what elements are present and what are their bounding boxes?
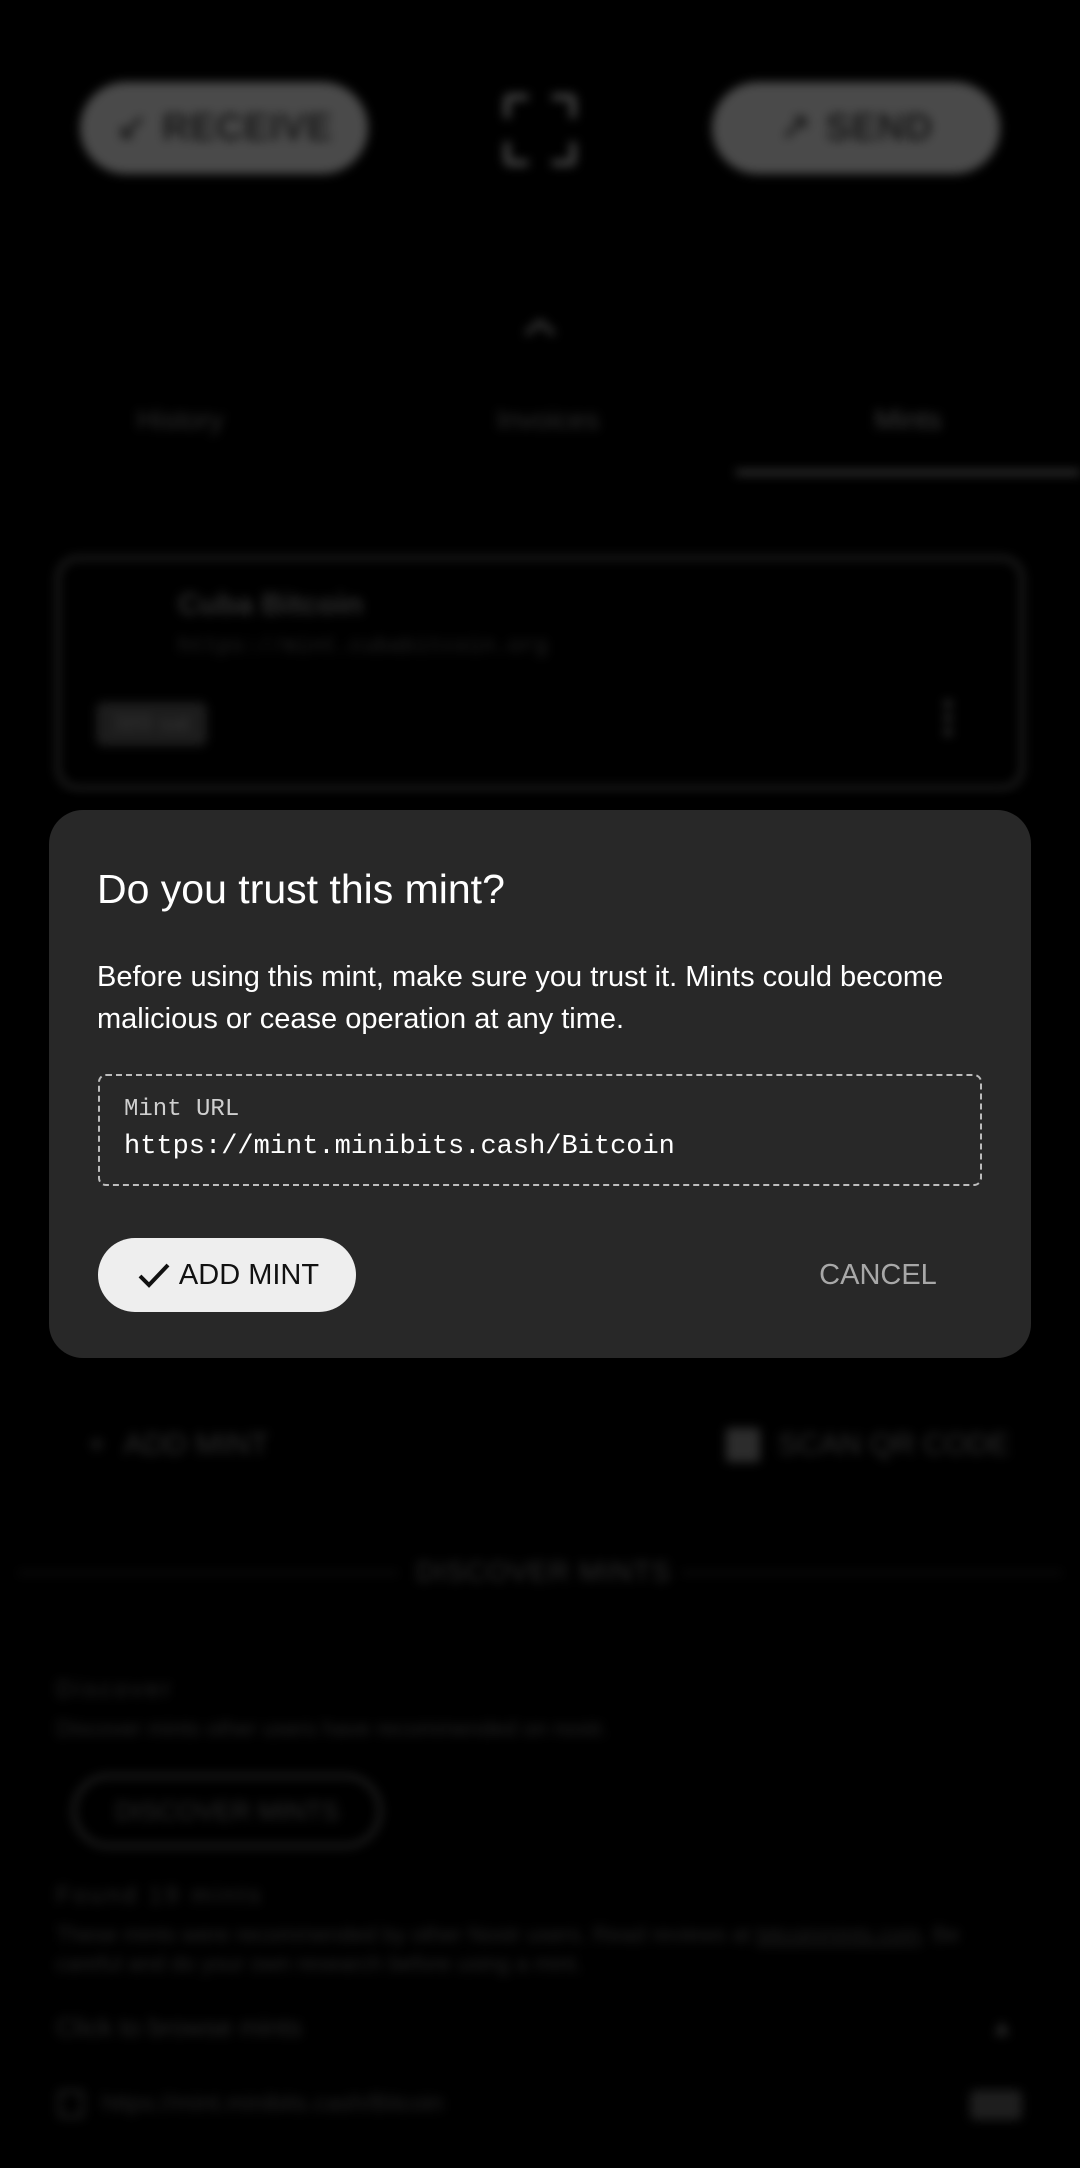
count-badge [970,2090,1022,2120]
found-desc-text: These mints were recommended by other No… [56,1922,757,1947]
found-mints-description: These mints were recommended by other No… [56,1920,1016,1978]
bitcoinmints-link[interactable]: bitcoinmints.com [757,1922,921,1947]
mint-url-value: https://mint.minibits.cash/Bitcoin [124,1132,675,1162]
chevron-up-icon[interactable]: ▲ [990,2014,1014,2042]
scan-qr-action[interactable]: SCAN QR CODE [726,1428,1010,1462]
discover-heading: DISCOVER MINTS [416,1556,672,1587]
receive-label: RECEIVE [162,106,333,149]
mint-url-label: Mint URL [124,1096,240,1123]
trust-mint-dialog: Do you trust this mint? Before using thi… [49,810,1031,1358]
active-tab-indicator [736,470,1080,475]
mint-card-name: Cuba Bitcoin [178,588,363,621]
list-item[interactable]: https://mint.minibits.cash/Bitcoin [102,2090,443,2118]
tab-mints[interactable]: Mints [758,404,1058,448]
copy-icon [58,2090,84,2118]
browse-mints-toggle[interactable]: Click to browse mints [56,2012,302,2043]
send-label: SEND [825,106,933,149]
arrow-up-right-icon: ↗ [779,107,812,150]
discover-label: Discover [56,1676,174,1703]
divider [682,1572,1062,1574]
mint-balance-badge: 389 sat [96,702,207,746]
scan-icon[interactable] [500,90,580,170]
add-mint-action-label: ADD MINT [123,1428,269,1461]
plus-icon: + [88,1428,106,1461]
cancel-button[interactable]: CANCEL [803,1238,953,1312]
mint-url-box: Mint URL https://mint.minibits.cash/Bitc… [98,1074,982,1186]
more-vertical-icon[interactable] [944,700,952,736]
discover-mints-button[interactable]: DISCOVER MINTS [72,1774,382,1848]
add-mint-button[interactable]: ADD MINT [98,1238,356,1312]
discover-description: Discover mints other users have recommen… [56,1716,608,1741]
dialog-body: Before using this mint, make sure you tr… [97,961,944,1035]
add-mint-action[interactable]: + ADD MINT [88,1428,269,1462]
add-mint-button-label: ADD MINT [178,1258,320,1291]
qr-code-icon [726,1428,760,1462]
divider [18,1572,398,1574]
dialog-title: Do you trust this mint? [97,866,505,912]
mint-card-url: https://mint.cubabitcoin.org [178,634,548,659]
found-mints-label: Found 19 mints [56,1882,264,1909]
receive-button[interactable]: ↙ RECEIVE [80,82,368,174]
send-button[interactable]: ↗ SEND [712,82,1000,174]
tab-history[interactable]: History [30,404,330,448]
check-icon [138,1263,170,1288]
tab-invoices[interactable]: Invoices [398,404,698,448]
scan-qr-label: SCAN QR CODE [778,1428,1010,1461]
arrow-down-left-icon: ↙ [115,107,148,150]
chevron-up-icon[interactable] [522,312,558,342]
